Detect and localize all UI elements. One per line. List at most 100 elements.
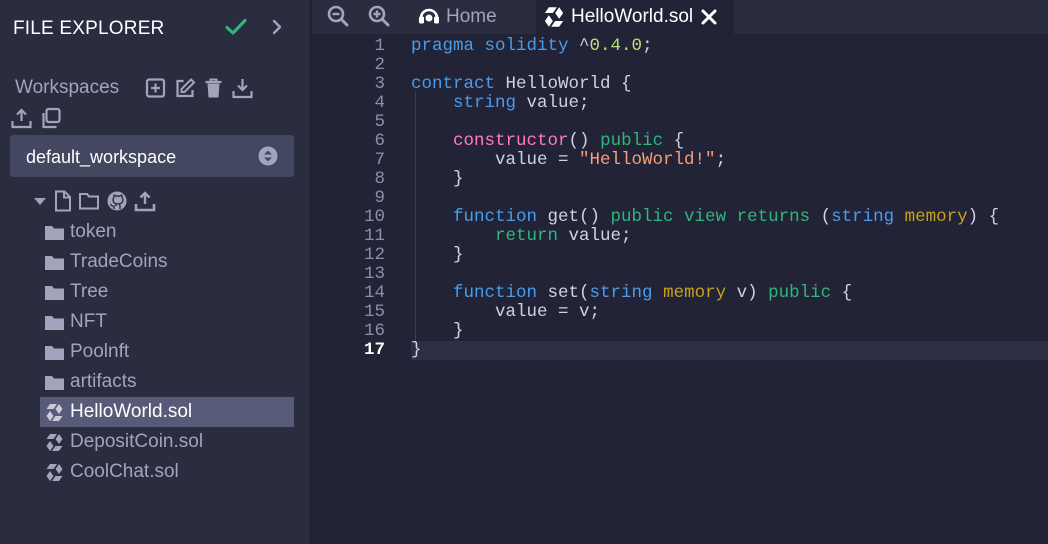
tree-item-label: HelloWorld.sol <box>70 401 193 422</box>
code-line[interactable]: } <box>411 170 1048 189</box>
code-token: function <box>453 283 548 303</box>
line-number: 2 <box>374 55 385 75</box>
code-token: 0.4.0 <box>589 36 643 56</box>
code-line[interactable]: constructor() public { <box>411 132 1048 151</box>
edit-workspace-icon[interactable] <box>173 77 196 99</box>
line-number: 13 <box>363 264 385 284</box>
tree-item-label: Tree <box>70 281 109 302</box>
close-icon[interactable] <box>699 7 719 27</box>
folder-icon <box>44 373 65 392</box>
line-number: 10 <box>363 207 385 227</box>
code-line[interactable] <box>411 189 1048 208</box>
tree-folder-tradecoins[interactable]: TradeCoins <box>40 247 294 277</box>
tree-item-label: DepositCoin.sol <box>70 431 204 452</box>
code-token: ; <box>642 36 653 56</box>
code-line[interactable] <box>411 113 1048 132</box>
tree-item-label: Poolnft <box>70 341 130 362</box>
code-line[interactable]: value = "HelloWorld!"; <box>411 151 1048 170</box>
line-number: 3 <box>374 74 385 94</box>
tree-folder-poolnft[interactable]: Poolnft <box>40 337 294 367</box>
code-line[interactable]: } <box>411 246 1048 265</box>
tree-folder-tree[interactable]: Tree <box>40 277 294 307</box>
workspace-select[interactable]: default_workspace <box>10 135 294 177</box>
code-line[interactable]: function set(string memory v) public { <box>411 284 1048 303</box>
code-line[interactable]: pragma solidity ^0.4.0; <box>411 37 1048 56</box>
tree-item-label: token <box>70 221 117 242</box>
code-token: HelloWorld { <box>505 74 632 94</box>
code-editor[interactable]: pragma solidity ^0.4.0; contract HelloWor… <box>411 34 1048 544</box>
solidity-icon <box>44 403 65 422</box>
code-line[interactable]: function get() public view returns (stri… <box>411 208 1048 227</box>
file-explorer-panel: FILE EXPLORER Workspaces default_workspa… <box>0 0 311 544</box>
workspace-select-value: default_workspace <box>26 147 177 167</box>
tab-home-label: Home <box>446 6 497 27</box>
code-line[interactable] <box>411 56 1048 75</box>
tree-item-label: artifacts <box>70 371 137 392</box>
code-line[interactable]: contract HelloWorld { <box>411 75 1048 94</box>
add-workspace-icon[interactable] <box>144 77 167 99</box>
code-line[interactable]: } <box>411 322 1048 341</box>
code-line[interactable]: string value; <box>411 94 1048 113</box>
line-number: 6 <box>374 131 385 151</box>
code-token: } <box>411 321 464 341</box>
tree-file-helloworld[interactable]: HelloWorld.sol <box>40 397 294 427</box>
line-number: 7 <box>374 150 385 170</box>
code-token: () <box>568 131 601 151</box>
code-token: ) { <box>967 207 1000 227</box>
new-file-icon[interactable] <box>53 190 72 212</box>
line-number: 15 <box>363 302 385 322</box>
code-line[interactable]: } <box>411 341 1048 360</box>
new-folder-icon[interactable] <box>78 190 100 212</box>
tree-folder-nft[interactable]: NFT <box>40 307 294 337</box>
check-icon[interactable] <box>224 15 248 39</box>
upload-file-icon[interactable] <box>134 190 156 212</box>
code-line[interactable] <box>411 265 1048 284</box>
tab-file-label: HelloWorld.sol <box>571 6 694 27</box>
tab-helloworld-sol[interactable]: HelloWorld.sol <box>536 0 734 34</box>
line-number: 5 <box>374 112 385 132</box>
file-tree: token TradeCoins Tree NFT Poolnft artifa… <box>40 217 294 487</box>
folder-icon <box>44 343 65 362</box>
code-token: string <box>453 93 527 113</box>
code-token: ( <box>810 207 832 227</box>
tree-item-label: TradeCoins <box>70 251 168 272</box>
chevron-right-icon[interactable] <box>268 17 286 37</box>
tree-folder-artifacts[interactable]: artifacts <box>40 367 294 397</box>
line-number: 17 <box>363 340 385 360</box>
code-token: public view returns <box>610 207 811 227</box>
code-token: { <box>831 283 853 303</box>
tree-file-depositcoin[interactable]: DepositCoin.sol <box>40 427 294 457</box>
clone-workspace-icon[interactable] <box>39 107 62 129</box>
select-arrows-icon <box>258 146 278 166</box>
code-token: get() <box>547 207 611 227</box>
caret-down-icon[interactable] <box>33 194 47 208</box>
code-line[interactable]: return value; <box>411 227 1048 246</box>
code-line[interactable]: value = v; <box>411 303 1048 322</box>
tree-folder-token[interactable]: token <box>40 217 294 247</box>
tab-home[interactable]: Home <box>412 0 534 34</box>
code-token: { <box>663 131 685 151</box>
line-number: 1 <box>374 36 385 56</box>
line-number: 8 <box>374 169 385 189</box>
code-token: v) <box>736 283 769 303</box>
download-icon[interactable] <box>231 77 254 99</box>
code-token: value; <box>526 93 590 113</box>
tree-file-coolchat[interactable]: CoolChat.sol <box>40 457 294 487</box>
code-token: constructor <box>453 131 569 151</box>
code-token: string <box>831 207 905 227</box>
delete-workspace-icon[interactable] <box>202 77 225 99</box>
code-token: set( <box>547 283 590 303</box>
zoom-in-icon[interactable] <box>367 4 391 28</box>
code-token: } <box>411 169 464 189</box>
upload-icon[interactable] <box>10 107 33 129</box>
github-icon[interactable] <box>106 190 128 212</box>
folder-icon <box>44 223 65 242</box>
line-number: 11 <box>363 226 385 246</box>
line-number-gutter: 1 2 3 4 5 6 7 8 9 10 11 12 13 14 15 16 17 <box>312 34 410 544</box>
zoom-out-icon[interactable] <box>326 4 350 28</box>
line-number: 4 <box>374 93 385 113</box>
folder-icon <box>44 283 65 302</box>
